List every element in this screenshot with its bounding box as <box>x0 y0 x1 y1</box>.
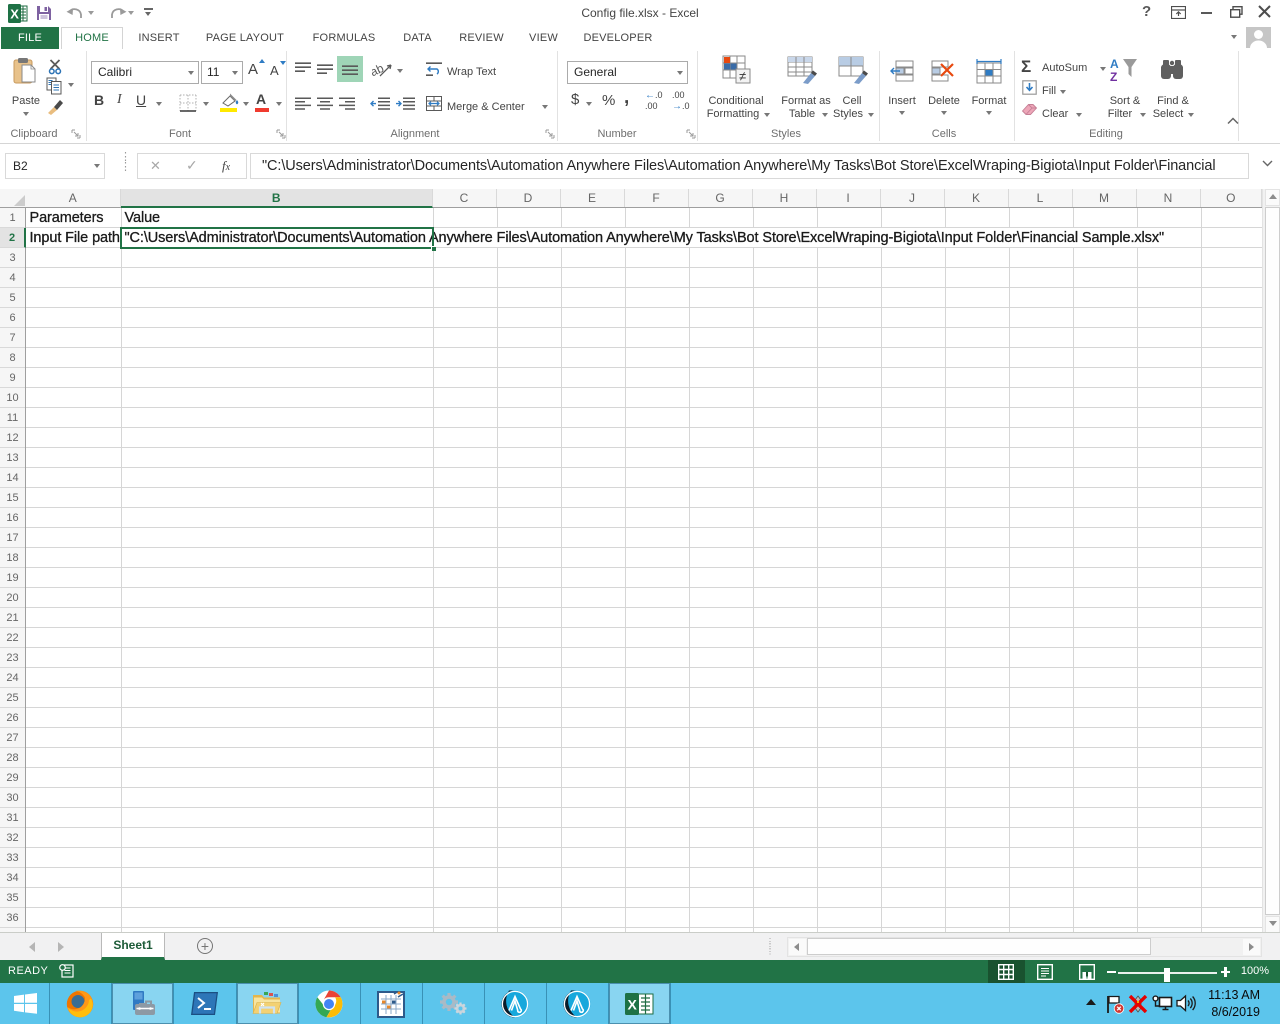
svg-text:A: A <box>1110 57 1119 71</box>
svg-text:X: X <box>628 997 638 1013</box>
svg-text:Z: Z <box>1110 70 1117 84</box>
svg-text:X: X <box>10 7 19 22</box>
svg-text:≠: ≠ <box>739 69 746 84</box>
svg-text:ab: ab <box>372 61 386 79</box>
